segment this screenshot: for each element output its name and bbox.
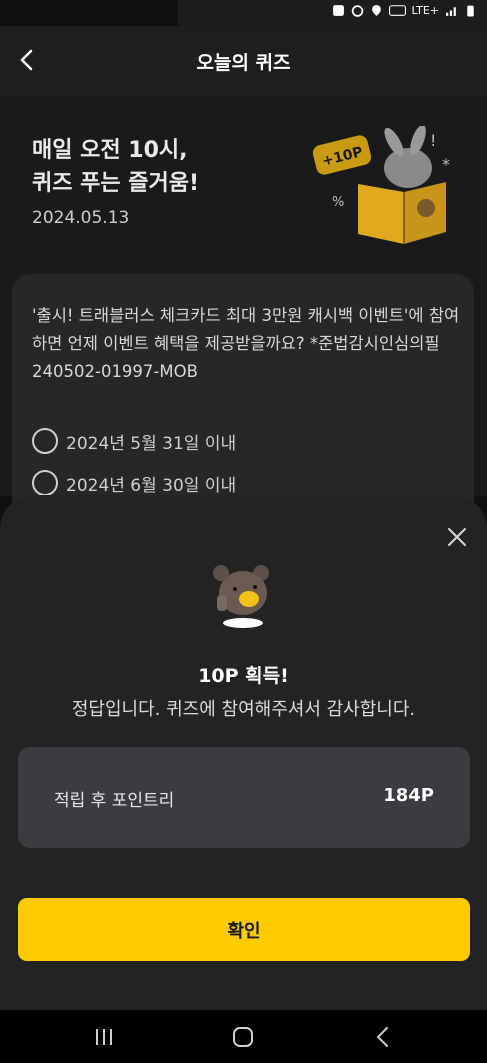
alarm-app-icon bbox=[332, 5, 344, 16]
app-bar: 오늘의 퀴즈 bbox=[0, 26, 487, 96]
signal-icon bbox=[446, 7, 456, 16]
reward-bottom-sheet: 10P 획득! 정답입니다. 퀴즈에 참여해주셔서 감사합니다. 적립 후 포인… bbox=[0, 495, 487, 1010]
close-icon[interactable] bbox=[445, 525, 469, 549]
battery-icon bbox=[467, 5, 474, 17]
hd-icon bbox=[388, 5, 406, 16]
page-title: 오늘의 퀴즈 bbox=[196, 52, 291, 74]
radio-circle-icon[interactable] bbox=[32, 470, 58, 496]
points-label: 적립 후 포인트리 bbox=[54, 791, 175, 811]
system-nav-bar bbox=[0, 1010, 487, 1063]
svg-text:%: % bbox=[332, 195, 344, 210]
option-label: 2024년 6월 30일 이내 bbox=[66, 475, 237, 496]
option-label: 2024년 5월 31일 이내 bbox=[66, 433, 237, 454]
points-summary: 적립 후 포인트리 184P bbox=[18, 747, 470, 848]
reward-message: 정답입니다. 퀴즈에 참여해주셔서 감사합니다. bbox=[71, 699, 416, 720]
alarm-icon bbox=[351, 5, 363, 17]
status-bar: LTE+ bbox=[0, 0, 487, 26]
status-icons: LTE+ bbox=[332, 4, 478, 17]
point-badge: +10P bbox=[312, 135, 372, 175]
hero-title: 매일 오전 10시, 퀴즈 푸는 즐거움! bbox=[32, 138, 200, 196]
recents-icon[interactable] bbox=[89, 1024, 119, 1050]
confirm-button[interactable]: 확인 bbox=[18, 898, 470, 961]
network-label: LTE+ bbox=[411, 4, 440, 17]
svg-text:!: ! bbox=[430, 131, 436, 150]
radio-circle-icon[interactable] bbox=[32, 428, 58, 454]
quiz-option-2[interactable]: 2024년 6월 30일 이내 bbox=[32, 470, 236, 496]
location-icon bbox=[371, 5, 381, 16]
back-icon[interactable] bbox=[369, 1024, 399, 1050]
bear-thumbs-up-icon bbox=[213, 565, 269, 628]
rabbit-reading-illustration: +10P ! * % bbox=[312, 126, 450, 244]
status-bar-left bbox=[0, 0, 178, 26]
quiz-question: '출시! 트래블러스 체크카드 최대 3만원 캐시백 이벤트'에 참여하면 언제… bbox=[32, 306, 460, 381]
quiz-date: 2024.05.13 bbox=[32, 208, 130, 228]
home-icon[interactable] bbox=[228, 1024, 258, 1050]
reward-title: 10P 획득! bbox=[198, 665, 289, 687]
quiz-option-1[interactable]: 2024년 5월 31일 이내 bbox=[32, 428, 236, 454]
svg-text:*: * bbox=[442, 155, 450, 174]
points-value: 184P bbox=[383, 785, 434, 806]
